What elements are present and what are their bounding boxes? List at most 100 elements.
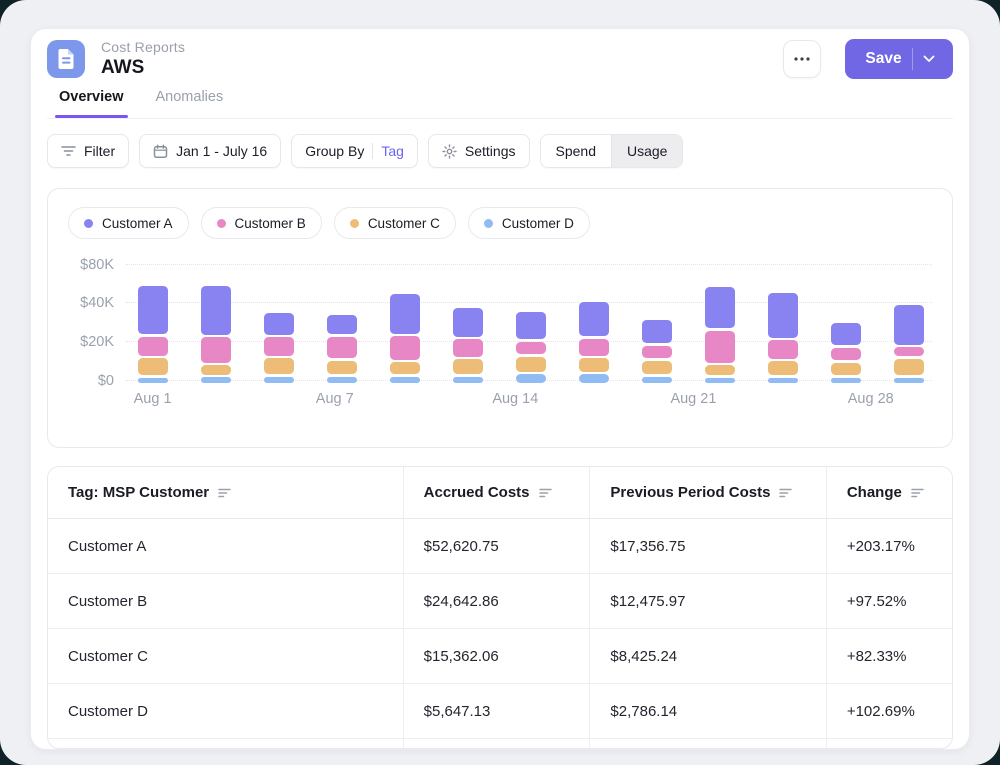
bar-segment-customer-d[interactable]	[894, 378, 924, 383]
settings-label: Settings	[465, 143, 516, 159]
sort-icon[interactable]	[779, 487, 793, 499]
legend-pill-customer-d[interactable]: Customer D	[468, 207, 590, 239]
table-row[interactable]: Customer D$5,647.13$2,786.14+102.69%	[48, 684, 952, 739]
stacked-bar[interactable]	[138, 253, 168, 383]
bar-segment-customer-c[interactable]	[831, 363, 861, 375]
stacked-bar[interactable]	[831, 253, 861, 383]
group-by-button[interactable]: Group By Tag	[291, 134, 418, 168]
bar-segment-customer-b[interactable]	[390, 336, 420, 359]
bar-segment-customer-a[interactable]	[642, 320, 672, 343]
segment-spend[interactable]: Spend	[541, 135, 611, 167]
report-header: Cost Reports AWS Save	[47, 37, 953, 81]
bar-segment-customer-d[interactable]	[453, 377, 483, 383]
bar-segment-customer-a[interactable]	[264, 313, 294, 335]
stacked-bar[interactable]	[642, 253, 672, 383]
bar-segment-customer-c[interactable]	[516, 357, 546, 372]
bar-segment-customer-a[interactable]	[390, 294, 420, 333]
column-header-tag[interactable]: Tag: MSP Customer	[48, 467, 403, 518]
sort-icon[interactable]	[539, 487, 553, 499]
bar-segment-customer-b[interactable]	[516, 342, 546, 355]
table-row[interactable]: Customer A$52,620.75$17,356.75+203.17%	[48, 519, 952, 574]
legend-pill-customer-c[interactable]: Customer C	[334, 207, 456, 239]
stacked-bar[interactable]	[453, 253, 483, 383]
save-button[interactable]: Save	[845, 39, 953, 79]
bar-segment-customer-d[interactable]	[264, 377, 294, 383]
stacked-bar[interactable]	[516, 253, 546, 383]
bar-segment-customer-d[interactable]	[201, 377, 231, 383]
bar-segment-customer-d[interactable]	[327, 377, 357, 383]
bar-segment-customer-b[interactable]	[579, 339, 609, 356]
bar-segment-customer-a[interactable]	[768, 293, 798, 338]
bar-segment-customer-c[interactable]	[201, 365, 231, 374]
stacked-bar[interactable]	[768, 253, 798, 383]
stacked-bar[interactable]	[264, 253, 294, 383]
stacked-bar[interactable]	[705, 253, 735, 383]
stacked-bar[interactable]	[894, 253, 924, 383]
bar-segment-customer-c[interactable]	[579, 358, 609, 372]
date-range-button[interactable]: Jan 1 - July 16	[139, 134, 281, 168]
segment-usage[interactable]: Usage	[611, 135, 682, 167]
bar-segment-customer-a[interactable]	[894, 305, 924, 345]
bar-segment-customer-c[interactable]	[894, 359, 924, 375]
legend-pill-customer-b[interactable]: Customer B	[201, 207, 322, 239]
app-window: Cost Reports AWS Save	[0, 0, 1000, 765]
filter-lines-icon	[61, 145, 76, 157]
bar-segment-customer-d[interactable]	[390, 377, 420, 383]
column-header-accrued-costs[interactable]: Accrued Costs	[403, 467, 590, 518]
bar-segment-customer-c[interactable]	[768, 361, 798, 375]
bar-segment-customer-a[interactable]	[516, 312, 546, 339]
bar-segment-customer-a[interactable]	[327, 315, 357, 335]
bar-segment-customer-b[interactable]	[705, 331, 735, 363]
bar-segment-customer-b[interactable]	[327, 337, 357, 358]
bar-segment-customer-b[interactable]	[201, 337, 231, 363]
bar-segment-customer-b[interactable]	[642, 346, 672, 358]
table-row[interactable]: Customer C$15,362.06$8,425.24+82.33%	[48, 629, 952, 684]
bar-segment-customer-a[interactable]	[453, 308, 483, 337]
sort-icon[interactable]	[911, 487, 925, 499]
bar-segment-customer-a[interactable]	[579, 302, 609, 337]
bar-segment-customer-b[interactable]	[894, 347, 924, 356]
bar-segment-customer-a[interactable]	[138, 286, 168, 335]
stacked-bar[interactable]	[327, 253, 357, 383]
stacked-bar[interactable]	[390, 253, 420, 383]
bar-segment-customer-b[interactable]	[138, 337, 168, 356]
bar-segment-customer-c[interactable]	[138, 358, 168, 375]
chevron-down-icon[interactable]	[913, 55, 947, 63]
bar-segment-customer-c[interactable]	[453, 359, 483, 374]
legend-pill-customer-a[interactable]: Customer A	[68, 207, 189, 239]
bar-segment-customer-c[interactable]	[390, 362, 420, 374]
bar-segment-customer-b[interactable]	[264, 337, 294, 356]
stacked-bar[interactable]	[579, 253, 609, 383]
bar-segment-customer-d[interactable]	[831, 378, 861, 383]
filter-button[interactable]: Filter	[47, 134, 129, 168]
tab-anomalies[interactable]: Anomalies	[156, 89, 224, 118]
column-header-previous-period-costs[interactable]: Previous Period Costs	[589, 467, 825, 518]
bar-segment-customer-d[interactable]	[579, 374, 609, 383]
gear-icon	[442, 144, 457, 159]
stacked-bar-plot	[126, 253, 932, 383]
bar-segment-customer-d[interactable]	[768, 378, 798, 383]
bar-segment-customer-d[interactable]	[642, 377, 672, 383]
bar-segment-customer-b[interactable]	[453, 339, 483, 356]
bar-segment-customer-b[interactable]	[768, 340, 798, 358]
bar-segment-customer-c[interactable]	[642, 361, 672, 375]
bar-segment-customer-a[interactable]	[831, 323, 861, 345]
more-actions-button[interactable]	[783, 40, 821, 78]
stacked-bar[interactable]	[201, 253, 231, 383]
bar-segment-customer-c[interactable]	[264, 358, 294, 374]
tab-overview[interactable]: Overview	[59, 89, 124, 118]
bar-segment-customer-a[interactable]	[201, 286, 231, 334]
bar-segment-customer-b[interactable]	[831, 348, 861, 361]
table-row[interactable]: Customer B$24,642.86$12,475.97+97.52%	[48, 574, 952, 629]
sort-icon[interactable]	[218, 487, 232, 499]
bar-segment-customer-a[interactable]	[705, 287, 735, 329]
bar-segment-customer-d[interactable]	[705, 378, 735, 383]
bar-segment-customer-d[interactable]	[138, 378, 168, 383]
bar-segment-customer-c[interactable]	[705, 365, 735, 375]
bar-segment-customer-c[interactable]	[327, 361, 357, 375]
column-header-change[interactable]: Change	[826, 467, 952, 518]
bars-layer	[126, 253, 932, 383]
bar-segment-customer-d[interactable]	[516, 374, 546, 383]
settings-button[interactable]: Settings	[428, 134, 530, 168]
value-cell: +82.33%	[826, 629, 952, 683]
